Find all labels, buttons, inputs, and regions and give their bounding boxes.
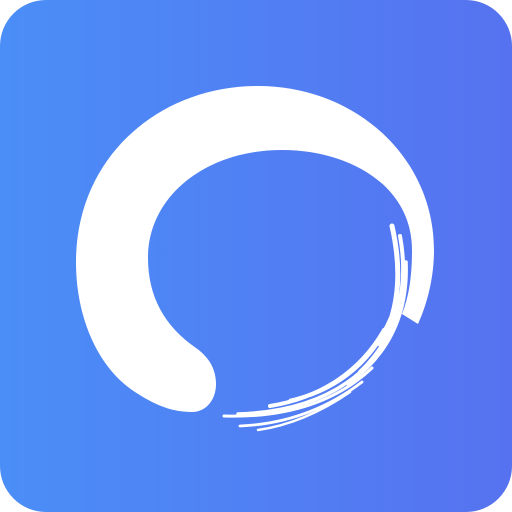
icon-canvas xyxy=(0,0,512,512)
enso-ring xyxy=(76,86,434,412)
brush-strands xyxy=(222,223,408,432)
enso-circle-icon xyxy=(76,86,434,432)
app-icon[interactable] xyxy=(0,0,512,512)
